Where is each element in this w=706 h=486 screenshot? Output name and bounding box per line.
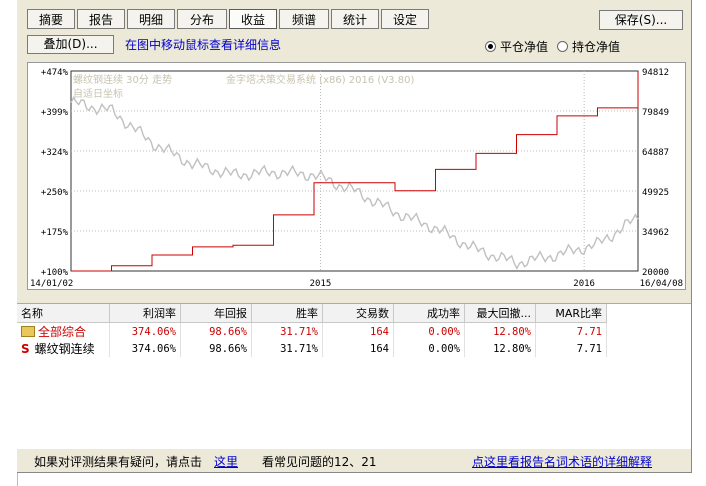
table-cell: 31.71% — [251, 322, 323, 340]
tab-0[interactable]: 摘要 — [27, 9, 75, 29]
y-left-tick: +250% — [41, 188, 69, 198]
equity-chart[interactable]: +474% +399% +324% +250% +175% +100% 94812 79849… — [27, 62, 686, 290]
series-label: 螺纹钢连续 30分 走势 — [73, 73, 172, 86]
column-header[interactable]: 成功率 — [393, 304, 465, 323]
s-icon: S — [21, 342, 30, 356]
radio-on-icon — [485, 41, 496, 52]
faq-text: 看常见问题的12、21 — [262, 455, 377, 469]
plot-frame — [70, 70, 639, 272]
tab-1[interactable]: 报告 — [77, 9, 125, 29]
y-right-tick: 20000 — [642, 268, 669, 278]
table-cell: 98.66% — [180, 322, 252, 340]
column-header[interactable]: 最大回撤... — [464, 304, 536, 323]
table-cell: 12.80% — [464, 340, 536, 357]
table-cell: 12.80% — [464, 322, 536, 340]
y-left-tick: +100% — [41, 268, 69, 278]
folder-icon — [21, 326, 35, 337]
question-text: 如果对评测结果有疑问，请点击 — [34, 455, 203, 469]
column-header[interactable]: 利润率 — [109, 304, 181, 323]
y-left-tick: +175% — [41, 228, 69, 238]
tab-2[interactable]: 明细 — [127, 9, 175, 29]
table-cell: 7.71 — [535, 340, 607, 357]
here-link[interactable]: 这里 — [214, 453, 238, 470]
background-left — [0, 0, 18, 486]
x-tick: 2015 — [310, 279, 332, 289]
report-dialog: 摘要 报告 明细 分布 收益 频谱 统计 设定 保存(S)... 叠加(D)... 在图中移动… — [17, 0, 692, 473]
y-right-tick: 94812 — [642, 68, 669, 78]
row-name-cell: S 螺纹钢连续 — [17, 340, 110, 357]
table-row[interactable]: 全部综合 374.06% 98.66% 31.71% 164 0.00% 12.80% 7.7… — [17, 322, 607, 340]
x-tick: 14/01/02 — [30, 279, 73, 289]
radio-close-equity[interactable]: 平仓净值 — [485, 38, 548, 55]
subtitle-label: 自适日坐标 — [73, 87, 123, 100]
tab-3[interactable]: 分布 — [177, 9, 227, 29]
equity-chart-svg: +474% +399% +324% +250% +175% +100% 94812 79849… — [30, 68, 683, 289]
table-cell: 31.71% — [251, 340, 323, 357]
radio-hold-equity[interactable]: 持仓净值 — [557, 38, 620, 55]
row-name-label: 螺纹钢连续 — [34, 342, 95, 356]
save-button[interactable]: 保存(S)... — [599, 10, 683, 30]
table-cell: 374.06% — [109, 340, 181, 357]
table-cell: 98.66% — [180, 340, 252, 357]
overlay-button[interactable]: 叠加(D)... — [27, 35, 114, 54]
y-right-tick: 79849 — [642, 108, 669, 118]
y-left-tick: +324% — [41, 148, 69, 158]
column-header[interactable]: 胜率 — [251, 304, 323, 323]
radio-close-label: 平仓净值 — [500, 40, 549, 54]
row-name-cell: 全部综合 — [17, 322, 110, 340]
table-cell: 164 — [322, 322, 394, 340]
x-tick: 16/04/08 — [640, 279, 683, 289]
y-right-tick: 49925 — [642, 188, 669, 198]
system-label: 金字塔决策交易系统 (x86) 2016 (V3.80) — [226, 73, 414, 86]
tab-6[interactable]: 统计 — [331, 9, 379, 29]
stats-table-area: 名称 利润率 年回报 胜率 交易数 成功率 最大回撤... MAR比率 全部综合 374.06%… — [17, 303, 691, 449]
tab-5[interactable]: 频谱 — [279, 9, 329, 29]
hint-link[interactable]: 在图中移动鼠标查看详细信息 — [125, 36, 281, 53]
table-cell: 0.00% — [393, 322, 465, 340]
column-header[interactable]: 交易数 — [322, 304, 394, 323]
table-header-row: 名称 利润率 年回报 胜率 交易数 成功率 最大回撤... MAR比率 — [17, 304, 607, 323]
y-right-tick: 34962 — [642, 228, 669, 238]
radio-hold-label: 持仓净值 — [572, 40, 621, 54]
y-left-tick: +474% — [41, 68, 69, 78]
stats-table: 名称 利润率 年回报 胜率 交易数 成功率 最大回撤... MAR比率 全部综合 374.06%… — [17, 304, 607, 357]
tab-7[interactable]: 设定 — [381, 9, 429, 29]
table-cell: 0.00% — [393, 340, 465, 357]
column-header[interactable]: 名称 — [17, 304, 110, 323]
column-header[interactable]: MAR比率 — [535, 304, 607, 323]
tab-4[interactable]: 收益 — [229, 9, 277, 29]
table-cell: 7.71 — [535, 322, 607, 340]
radio-off-icon — [557, 41, 568, 52]
table-cell: 374.06% — [109, 322, 181, 340]
table-cell: 164 — [322, 340, 394, 357]
y-right-tick: 64887 — [642, 148, 669, 158]
y-left-tick: +399% — [41, 108, 69, 118]
row-name-label: 全部综合 — [38, 325, 87, 339]
term-explain-link[interactable]: 点这里看报告名词术语的详细解释 — [472, 453, 652, 470]
column-header[interactable]: 年回报 — [180, 304, 252, 323]
table-row[interactable]: S 螺纹钢连续 374.06% 98.66% 31.71% 164 0.00% 12.80% 7… — [17, 340, 607, 357]
background-right — [691, 0, 706, 486]
x-tick: 2016 — [573, 279, 595, 289]
